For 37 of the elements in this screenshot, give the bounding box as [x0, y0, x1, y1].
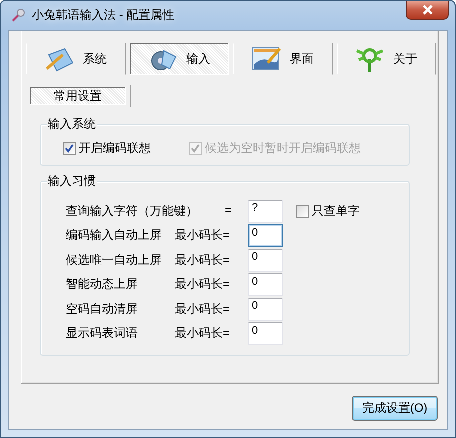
close-icon	[422, 5, 434, 15]
setting-label: 空码自动清屏	[66, 300, 139, 318]
checkbox[interactable]	[63, 142, 76, 155]
setting-label: 编码输入自动上屏	[66, 227, 163, 244]
input-field[interactable]: ?	[248, 200, 283, 223]
checkbox-label: 候选为空时暂时开启编码联想	[205, 140, 361, 157]
setting-operator: 最小码长=	[175, 252, 232, 269]
tab[interactable]: 界面	[233, 43, 332, 75]
setting-operator: =	[224, 202, 232, 219]
setting-label: 查询输入字符（万能键）	[66, 202, 198, 220]
close-button[interactable]	[406, 1, 449, 20]
checkbox[interactable]	[296, 204, 309, 218]
checkbox-label: 开启编码联想	[79, 140, 151, 157]
group-title: 输入习惯	[47, 174, 97, 188]
setting-operator: 最小码长=	[175, 276, 232, 294]
tab[interactable]: 系统	[26, 43, 126, 75]
setting-label: 智能动态上屏	[66, 276, 139, 294]
input-field[interactable]: 0	[248, 322, 283, 346]
input-field[interactable]: 0	[248, 224, 283, 248]
setting-label: 显示码表词语	[66, 325, 139, 342]
input-field[interactable]: 0	[248, 298, 283, 321]
finish-button[interactable]: 完成设置(O)	[352, 396, 438, 421]
group-title: 输入系统	[47, 117, 97, 131]
check-icon	[65, 144, 74, 153]
tab[interactable]: 关于	[336, 43, 436, 75]
window-title: 小兔韩语输入法 - 配置属性	[32, 7, 175, 24]
setting-operator: 最小码长=	[175, 300, 232, 318]
tab[interactable]: 输入	[130, 43, 229, 75]
setting-label: 候选唯一自动上屏	[66, 252, 163, 269]
subtab[interactable]: 常用设置	[30, 87, 126, 105]
checkbox-label: 只查单字	[312, 202, 360, 220]
setting-operator: 最小码长=	[175, 227, 232, 244]
setting-operator: 最小码长=	[175, 325, 232, 342]
input-field[interactable]: 0	[248, 273, 283, 296]
picture-frame-icon	[252, 45, 282, 73]
input-field[interactable]: 0	[248, 248, 283, 272]
check-icon	[191, 144, 200, 153]
